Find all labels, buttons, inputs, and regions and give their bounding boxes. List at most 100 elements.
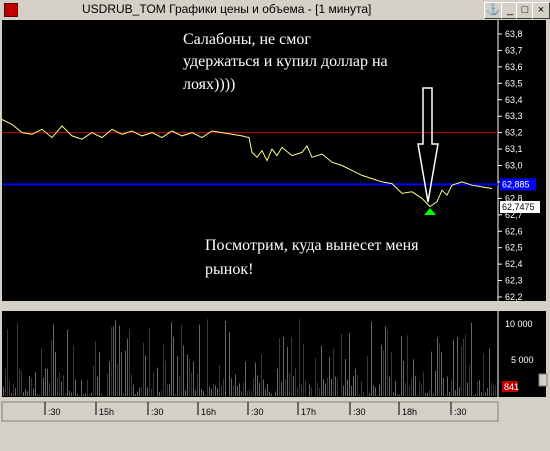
volume-bar: [195, 390, 196, 396]
volume-bar: [251, 391, 252, 396]
volume-bar: [25, 389, 26, 396]
volume-bar: [5, 368, 6, 396]
volume-bar: [29, 375, 30, 396]
volume-bar: [479, 380, 480, 396]
time-tick-label: 16h: [201, 407, 216, 417]
price-tick-label: 62,4: [505, 259, 523, 269]
volume-bar: [91, 392, 92, 396]
volume-bar: [301, 383, 302, 396]
volume-bar: [13, 384, 14, 396]
volume-bar: [269, 391, 270, 396]
time-tick-label: :30: [151, 407, 164, 417]
volume-bar: [241, 390, 242, 396]
volume-bar: [275, 391, 276, 396]
volume-bar: [45, 368, 46, 396]
price-tick-label: 62,2: [505, 292, 523, 302]
volume-bar: [343, 385, 344, 396]
volume-bar: [93, 365, 94, 396]
volume-bar: [21, 370, 22, 396]
volume-bar: [493, 385, 494, 396]
price-tick-label: 63,1: [505, 144, 523, 154]
volume-bar: [321, 345, 322, 396]
volume-bar: [425, 393, 426, 396]
volume-bar: [53, 324, 54, 396]
title-bar: USDRUB_TOM Графики цены и объема - [1 ми…: [0, 0, 550, 21]
volume-bar: [183, 345, 184, 396]
volume-bar: [487, 388, 488, 396]
volume-bar: [477, 381, 478, 396]
volume-bar: [379, 384, 380, 396]
volume-bar: [295, 368, 296, 396]
volume-bar: [333, 348, 334, 396]
volume-bar: [185, 390, 186, 396]
volume-bar: [199, 324, 200, 396]
volume-bar: [415, 375, 416, 396]
volume-bar: [435, 370, 436, 396]
volume-bar: [73, 345, 74, 396]
buy-price-marker: 62,7475: [500, 201, 540, 214]
volume-bar: [85, 393, 86, 396]
volume-bar: [289, 373, 290, 396]
volume-bar: [349, 333, 350, 396]
volume-bar: [405, 382, 406, 396]
volume-bar: [157, 367, 158, 396]
volume-bar: [315, 358, 316, 396]
volume-bar: [43, 377, 44, 396]
volume-bar: [265, 389, 266, 396]
volume-bar: [65, 392, 66, 396]
volume-bar: [39, 395, 40, 396]
volume-bar: [341, 334, 342, 396]
volume-bar: [271, 393, 272, 396]
close-icon[interactable]: ×: [532, 2, 550, 19]
volume-scroll-handle[interactable]: [538, 373, 548, 387]
app-icon[interactable]: [4, 3, 18, 17]
volume-bar: [413, 359, 414, 396]
time-tick-label: 18h: [402, 407, 417, 417]
volume-bar: [159, 391, 160, 396]
volume-bar: [175, 393, 176, 396]
volume-bar: [113, 326, 114, 396]
volume-bar: [441, 352, 442, 396]
window-title: USDRUB_TOM Графики цены и объема - [1 ми…: [82, 2, 372, 16]
volume-bar: [245, 361, 246, 396]
volume-bar: [445, 395, 446, 396]
anchor-icon[interactable]: ⚓: [484, 2, 502, 19]
volume-bar: [37, 394, 38, 396]
volume-bar: [449, 392, 450, 396]
volume-bar: [353, 376, 354, 396]
volume-bar: [115, 320, 116, 396]
volume-bar: [117, 364, 118, 396]
volume-bar: [61, 381, 62, 396]
volume-bar: [19, 368, 20, 396]
time-tick-label: 17h: [301, 407, 316, 417]
volume-bar: [325, 383, 326, 396]
time-tick-label: :30: [48, 407, 61, 417]
volume-bar: [259, 382, 260, 396]
volume-bar: [63, 375, 64, 396]
volume-bar: [15, 388, 16, 396]
volume-bar: [51, 340, 52, 396]
volume-bar: [223, 379, 224, 396]
volume-bar: [489, 348, 490, 396]
volume-bar: [335, 376, 336, 396]
volume-bar: [255, 362, 256, 396]
volume-bar: [473, 395, 474, 396]
volume-bar: [367, 356, 368, 396]
volume-bar: [351, 385, 352, 396]
volume-bar: [57, 377, 58, 396]
volume-bar: [457, 337, 458, 396]
volume-bar: [217, 388, 218, 396]
volume-bar: [205, 394, 206, 396]
volume-bar: [285, 379, 286, 396]
volume-bar: [229, 332, 230, 396]
annotation-bottom-1: Посмотрим, куда вынесет меня: [205, 237, 419, 254]
volume-bar: [35, 371, 36, 396]
volume-bar: [391, 352, 392, 396]
volume-bar: [253, 378, 254, 396]
price-tick-label: 63,3: [505, 111, 523, 121]
volume-bar: [331, 378, 332, 396]
volume-bar: [451, 379, 452, 396]
volume-bar: [403, 360, 404, 396]
volume-bar: [453, 339, 454, 396]
volume-bar: [311, 387, 312, 396]
